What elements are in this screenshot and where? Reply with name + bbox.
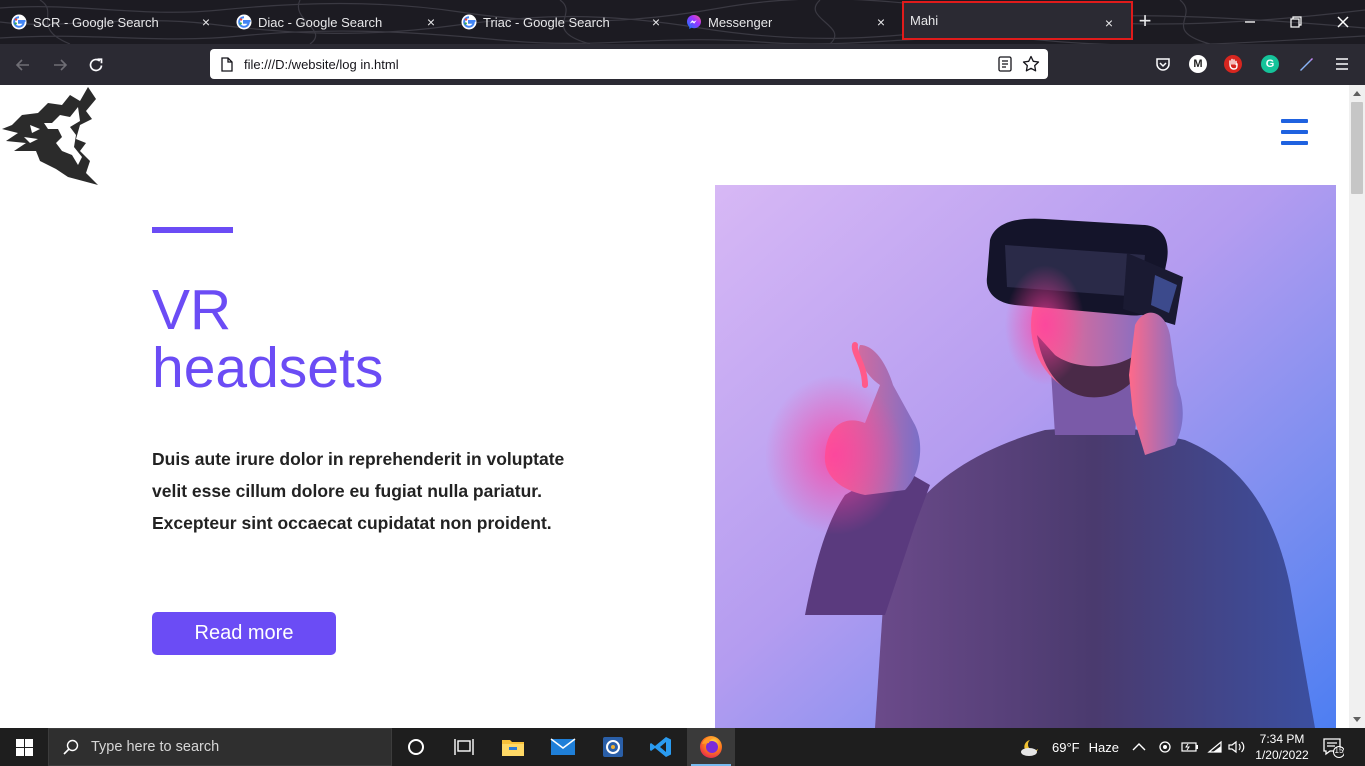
tab-title: Messenger <box>708 14 773 30</box>
tab-diac[interactable]: Diac - Google Search × <box>225 0 449 44</box>
google-icon <box>11 14 27 30</box>
tab-title: Diac - Google Search <box>258 14 383 30</box>
web-page: VR headsets Duis aute irure dolor in rep… <box>0 85 1349 728</box>
wolf-logo[interactable] <box>0 85 100 185</box>
hero-text-line: Excepteur sint occaecat cupidatat non pr… <box>152 513 552 533</box>
tab-strip: SCR - Google Search × Diac - Google Sear… <box>0 0 1365 44</box>
windows-taskbar: Type here to search 69°F Haze 7:34 PM 1/… <box>0 728 1365 766</box>
hamburger-menu-icon[interactable] <box>1281 119 1309 145</box>
hero-description: Duis aute irure dolor in reprehenderit i… <box>152 443 582 539</box>
tab-messenger[interactable]: Messenger × <box>675 0 899 44</box>
start-button[interactable] <box>0 728 48 766</box>
notification-count: 15 <box>1334 746 1344 755</box>
close-window-button[interactable] <box>1330 9 1356 35</box>
google-icon <box>236 14 252 30</box>
tab-scr[interactable]: SCR - Google Search × <box>0 0 224 44</box>
mail-icon[interactable] <box>539 728 587 766</box>
weather-desc: Haze <box>1088 739 1119 755</box>
wifi-icon[interactable] <box>1207 728 1223 766</box>
grammarly-icon[interactable]: G <box>1261 55 1279 73</box>
page-icon <box>219 56 235 72</box>
google-icon <box>461 14 477 30</box>
back-button[interactable] <box>10 52 36 78</box>
hero-title-line: headsets <box>152 336 384 400</box>
clock-time: 7:34 PM <box>1259 732 1305 746</box>
cortana-icon[interactable] <box>392 728 440 766</box>
pocket-icon[interactable] <box>1154 55 1172 73</box>
battery-icon[interactable] <box>1181 728 1199 766</box>
url-text[interactable]: file:///D:/website/log in.html <box>244 57 399 72</box>
page-scrollbar[interactable] <box>1349 85 1365 728</box>
weather-temp: 69°F <box>1052 739 1080 755</box>
close-icon[interactable]: × <box>873 14 889 30</box>
chevron-up-icon[interactable] <box>1132 728 1146 766</box>
hero-title-line: VR <box>152 278 232 342</box>
hero-title: VR headsets <box>152 281 572 397</box>
close-icon[interactable]: × <box>198 14 214 30</box>
notification-center-button[interactable]: 15 <box>1322 728 1344 766</box>
clock-date: 1/20/2022 <box>1255 748 1309 762</box>
volume-icon[interactable] <box>1228 728 1246 766</box>
arrow-left-icon <box>15 59 29 71</box>
hand-block-icon[interactable] <box>1224 55 1242 73</box>
task-view-icon[interactable] <box>440 728 488 766</box>
new-tab-button[interactable]: + <box>1133 10 1157 34</box>
tab-mahi-active[interactable]: Mahi × <box>902 1 1133 40</box>
hero-text-line: Duis aute irure dolor in reprehenderit i… <box>152 449 565 469</box>
restore-button[interactable] <box>1283 9 1309 35</box>
minimize-icon <box>1245 21 1255 23</box>
read-more-button[interactable]: Read more <box>152 612 336 655</box>
search-placeholder: Type here to search <box>91 739 220 755</box>
scroll-down-icon[interactable] <box>1349 712 1365 728</box>
arrow-right-icon <box>54 59 68 71</box>
scroll-up-icon[interactable] <box>1349 85 1365 101</box>
file-explorer-icon[interactable] <box>489 728 537 766</box>
navigation-toolbar: file:///D:/website/log in.html M G <box>0 44 1365 85</box>
tab-triac[interactable]: Triac - Google Search × <box>450 0 674 44</box>
taskbar-search-input[interactable]: Type here to search <box>48 728 392 766</box>
app-menu-icon[interactable] <box>1333 55 1351 73</box>
search-icon <box>63 739 79 755</box>
bookmark-star-icon[interactable] <box>1022 55 1040 78</box>
hero-text-line: velit esse cillum dolore eu fugiat nulla… <box>152 481 542 501</box>
reload-icon <box>89 58 103 72</box>
pen-icon[interactable] <box>1297 55 1315 73</box>
tab-title: Triac - Google Search <box>483 14 610 30</box>
url-bar[interactable]: file:///D:/website/log in.html <box>210 49 1048 79</box>
minimize-button[interactable] <box>1237 9 1263 35</box>
close-icon[interactable]: × <box>1101 15 1117 31</box>
messenger-icon <box>686 14 702 30</box>
system-clock[interactable]: 7:34 PM 1/20/2022 <box>1250 731 1314 763</box>
forward-button[interactable] <box>47 52 73 78</box>
reload-button[interactable] <box>83 52 109 78</box>
m-extension-icon[interactable]: M <box>1189 55 1207 73</box>
moon-cloud-icon <box>1021 740 1038 756</box>
close-icon <box>1337 16 1349 28</box>
close-icon[interactable]: × <box>648 14 664 30</box>
close-icon[interactable]: × <box>423 14 439 30</box>
restore-icon <box>1290 16 1302 28</box>
windows-logo-icon <box>15 738 33 756</box>
reader-view-icon[interactable] <box>998 56 1012 77</box>
firefox-icon[interactable] <box>687 728 735 766</box>
meet-now-icon[interactable] <box>1157 728 1173 766</box>
weather-widget[interactable]: 69°F Haze <box>1020 728 1119 766</box>
vr-headset-photo <box>715 185 1336 728</box>
tab-title: Mahi <box>910 13 939 28</box>
scroll-thumb[interactable] <box>1351 102 1363 194</box>
vscode-icon[interactable] <box>637 728 685 766</box>
photos-app-icon[interactable] <box>589 728 637 766</box>
accent-divider <box>152 227 233 233</box>
tab-title: SCR - Google Search <box>33 14 159 30</box>
